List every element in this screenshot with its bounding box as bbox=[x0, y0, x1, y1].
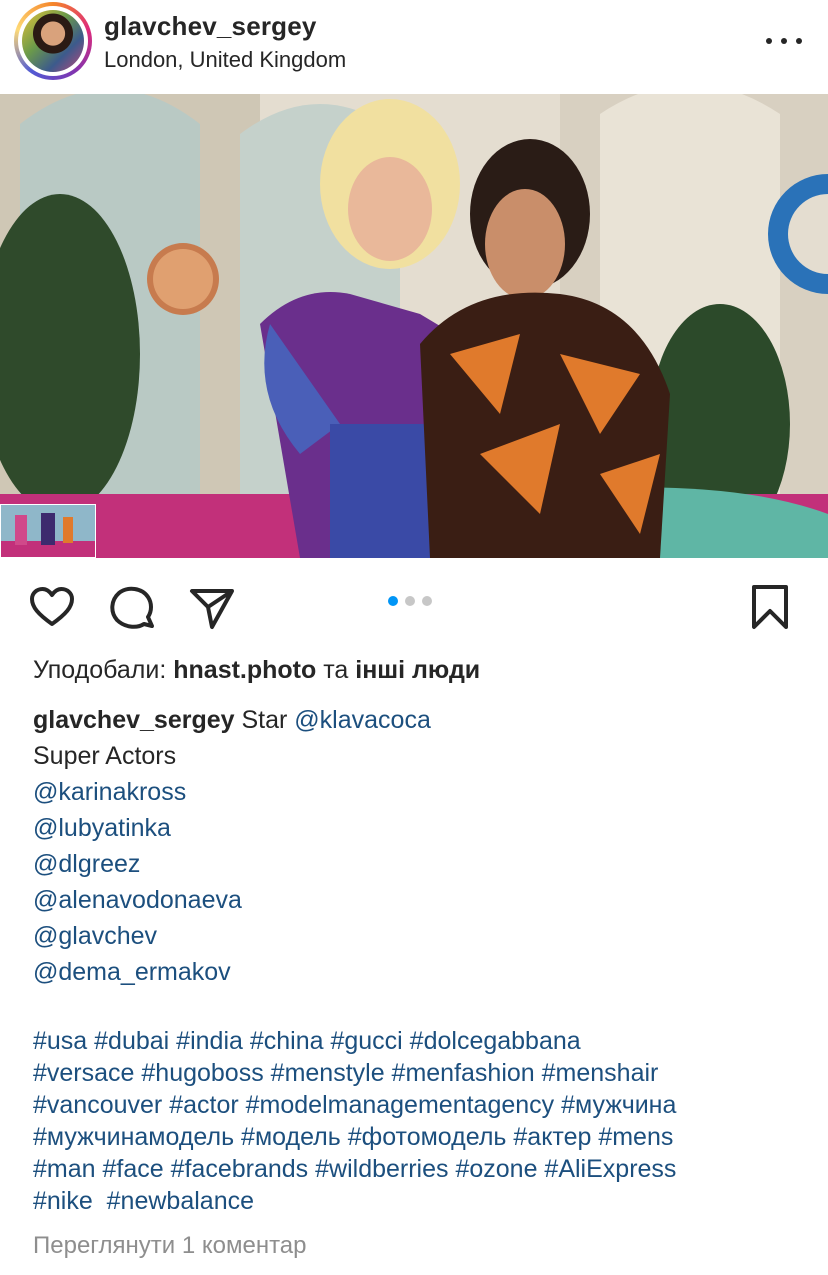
mention-link[interactable]: @dema_ermakov bbox=[33, 954, 813, 990]
hashtag-line[interactable]: #nike #newbalance bbox=[33, 1185, 823, 1217]
liker-username[interactable]: hnast.photo bbox=[173, 656, 316, 684]
heart-icon[interactable] bbox=[28, 583, 76, 631]
hashtag-line[interactable]: #versace #hugoboss #menstyle #menfashion… bbox=[33, 1057, 823, 1089]
comment-icon[interactable] bbox=[108, 583, 156, 631]
paper-plane-icon[interactable] bbox=[188, 583, 236, 631]
more-horizontal-icon[interactable] bbox=[766, 36, 802, 46]
caption-line: Super Actors bbox=[33, 742, 177, 770]
likes-prefix: Уподобали: bbox=[33, 656, 167, 684]
carousel-dot bbox=[422, 596, 432, 606]
view-comments-link[interactable]: Переглянути 1 коментар bbox=[33, 1232, 307, 1260]
avatar[interactable] bbox=[22, 10, 84, 72]
carousel-dot-active bbox=[388, 596, 398, 606]
mention-link[interactable]: @klavacoca bbox=[294, 706, 431, 734]
hashtag-line[interactable]: #vancouver #actor #modelmanagementagency… bbox=[33, 1089, 823, 1121]
carousel-indicator bbox=[388, 596, 432, 606]
bookmark-icon[interactable] bbox=[746, 583, 794, 631]
post-header: glavchev_sergey London, United Kingdom bbox=[0, 0, 828, 94]
post-username[interactable]: glavchev_sergey bbox=[104, 11, 317, 42]
hashtags: #usa #dubai #india #china #gucci #dolceg… bbox=[33, 1025, 823, 1217]
post-location[interactable]: London, United Kingdom bbox=[104, 47, 346, 73]
video-thumbnail[interactable] bbox=[0, 504, 96, 558]
hashtag-line[interactable]: #мужчинамодель #модель #фотомодель #акте… bbox=[33, 1121, 823, 1153]
post-caption: glavchev_sergey Star @klavacoca Super Ac… bbox=[33, 702, 813, 990]
hashtag-line[interactable]: #man #face #facebrands #wildberries #ozo… bbox=[33, 1153, 823, 1185]
story-ring[interactable] bbox=[14, 2, 92, 80]
likes-line: Уподобали: hnast.photo та інші люди bbox=[33, 656, 480, 685]
caption-text: Star bbox=[241, 706, 288, 734]
carousel-dot bbox=[405, 596, 415, 606]
mention-link[interactable]: @glavchev bbox=[33, 918, 813, 954]
mention-link[interactable]: @dlgreez bbox=[33, 846, 813, 882]
likes-conjunction: та bbox=[323, 656, 349, 684]
action-bar bbox=[0, 578, 828, 634]
mention-link[interactable]: @lubyatinka bbox=[33, 810, 813, 846]
mention-link[interactable]: @alenavodonaeva bbox=[33, 882, 813, 918]
caption-username[interactable]: glavchev_sergey bbox=[33, 706, 235, 734]
mention-link[interactable]: @karinakross bbox=[33, 774, 813, 810]
post-image[interactable] bbox=[0, 94, 828, 558]
likes-others-link[interactable]: інші люди bbox=[355, 656, 480, 684]
hashtag-line[interactable]: #usa #dubai #india #china #gucci #dolceg… bbox=[33, 1025, 823, 1057]
